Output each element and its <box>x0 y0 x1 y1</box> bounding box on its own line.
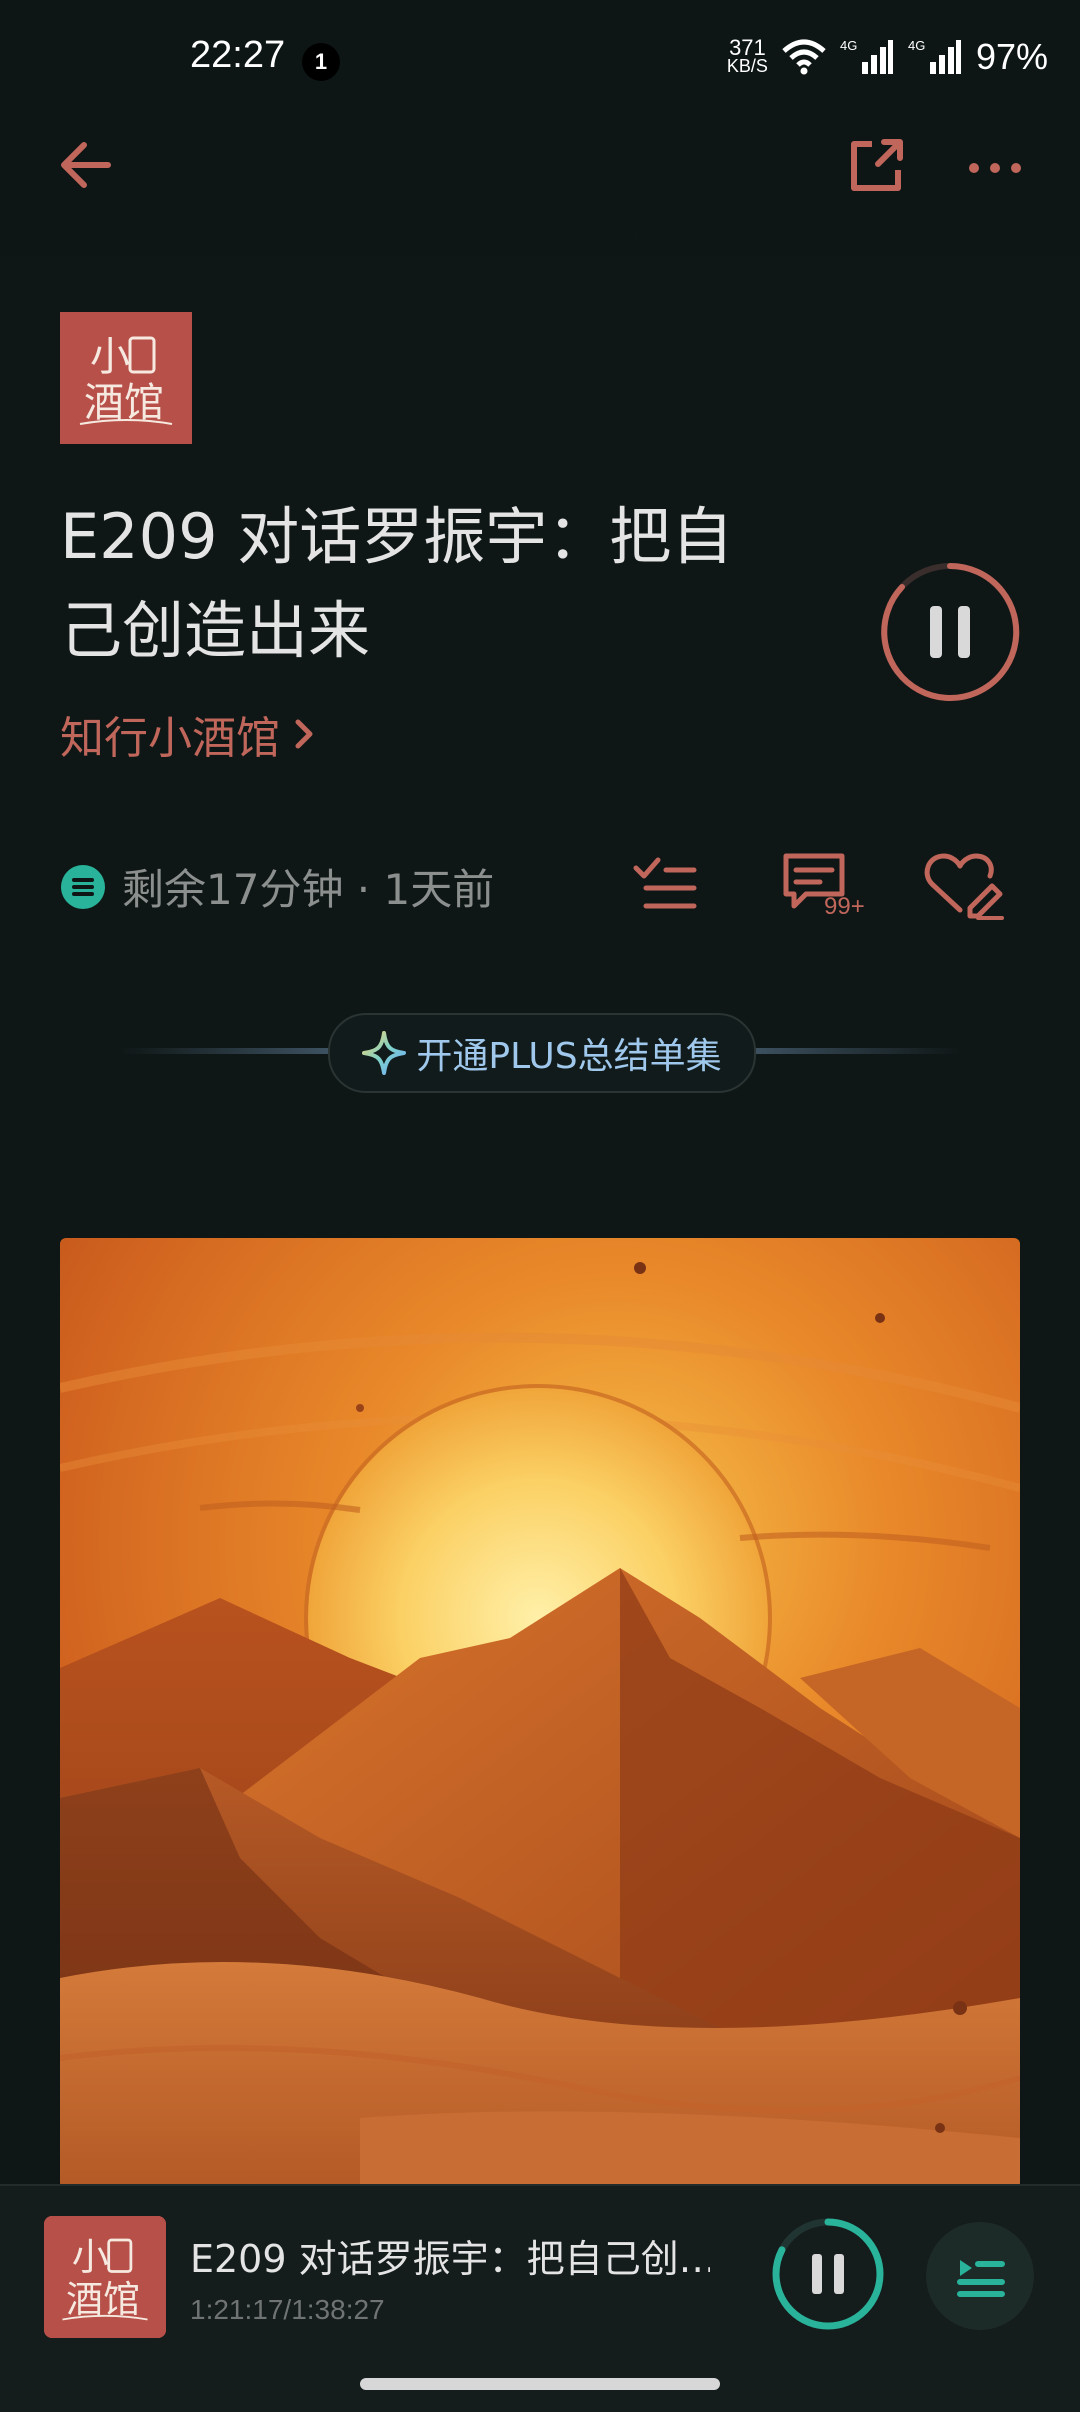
status-icons: 371 KB/S 4G 4G 97% <box>727 36 1048 78</box>
episode-cover-art <box>60 1238 1020 2188</box>
mini-player-title[interactable]: E209 对话罗振宇：把自己创… <box>190 2228 710 2283</box>
queue-icon <box>957 2260 1005 2297</box>
comment-icon: 99+ <box>783 853 865 920</box>
home-indicator[interactable] <box>360 2378 720 2390</box>
comments-button[interactable]: 99+ <box>780 848 870 922</box>
mini-player-time: 1:21:17/1:38:27 <box>190 2294 385 2325</box>
battery-level: 97% <box>975 36 1048 77</box>
mini-logo-text-bottom: 酒馆 <box>66 2278 140 2321</box>
episode-remaining: 剩余17分钟 · 1天前 <box>122 865 495 914</box>
episode-meta: 剩余17分钟 · 1天前 <box>60 856 494 917</box>
episode-title: E209 对话罗振宇：把自己创造出来 <box>60 500 734 667</box>
shownotes-icon <box>61 864 105 909</box>
add-to-playlist-icon[interactable] <box>630 848 704 922</box>
back-arrow-icon[interactable] <box>52 130 122 200</box>
status-bar: 22:27 1 371 KB/S 4G 4G 97% <box>0 0 1080 120</box>
more-icon[interactable] <box>960 130 1030 200</box>
podcast-name: 知行小酒馆 <box>60 713 280 764</box>
network-speed-value: 371 <box>729 35 766 60</box>
network-speed-unit: KB/S <box>726 56 768 76</box>
mini-cover-logo: 小 酒馆 <box>44 2216 166 2338</box>
chevron-right-icon <box>295 719 313 749</box>
mini-player-cover[interactable]: 小 酒馆 <box>44 2216 166 2338</box>
plus-summary-button[interactable]: 开通PLUS总结单集 <box>328 1013 756 1093</box>
like-icon[interactable] <box>922 848 1004 922</box>
sparkle-icon <box>362 1031 407 1075</box>
plus-summary-label: 开通PLUS总结单集 <box>416 1036 722 1077</box>
play-queue-button[interactable] <box>926 2222 1034 2330</box>
pause-button[interactable] <box>880 562 1020 702</box>
mini-logo-text-top: 小 <box>72 2236 109 2279</box>
mountain-sunset-image <box>60 1238 1020 2188</box>
wifi-icon <box>782 39 826 75</box>
podcast-name-link[interactable]: 知行小酒馆 <box>60 702 320 766</box>
podcast-logo[interactable]: 小 酒馆 <box>60 312 192 444</box>
signal-label: 4G <box>840 38 857 53</box>
comment-count: 99+ <box>824 893 865 920</box>
podcast-logo-text-top: 小 <box>90 334 130 380</box>
mini-pause-button[interactable] <box>770 2216 886 2332</box>
notification-badge: 1 <box>302 43 340 81</box>
signal-label: 4G <box>908 38 925 53</box>
network-speed: 371 KB/S <box>726 35 768 76</box>
podcast-logo-art: 小 酒馆 <box>60 312 192 444</box>
signal-icon: 4G <box>908 38 961 74</box>
signal-icon: 4G <box>840 38 893 74</box>
share-icon[interactable] <box>842 130 912 200</box>
status-time: 22:27 <box>190 34 286 76</box>
podcast-episode-screen: 22:27 1 371 KB/S 4G 4G 97% 小 酒馆 E209 对话罗… <box>0 0 1080 2412</box>
